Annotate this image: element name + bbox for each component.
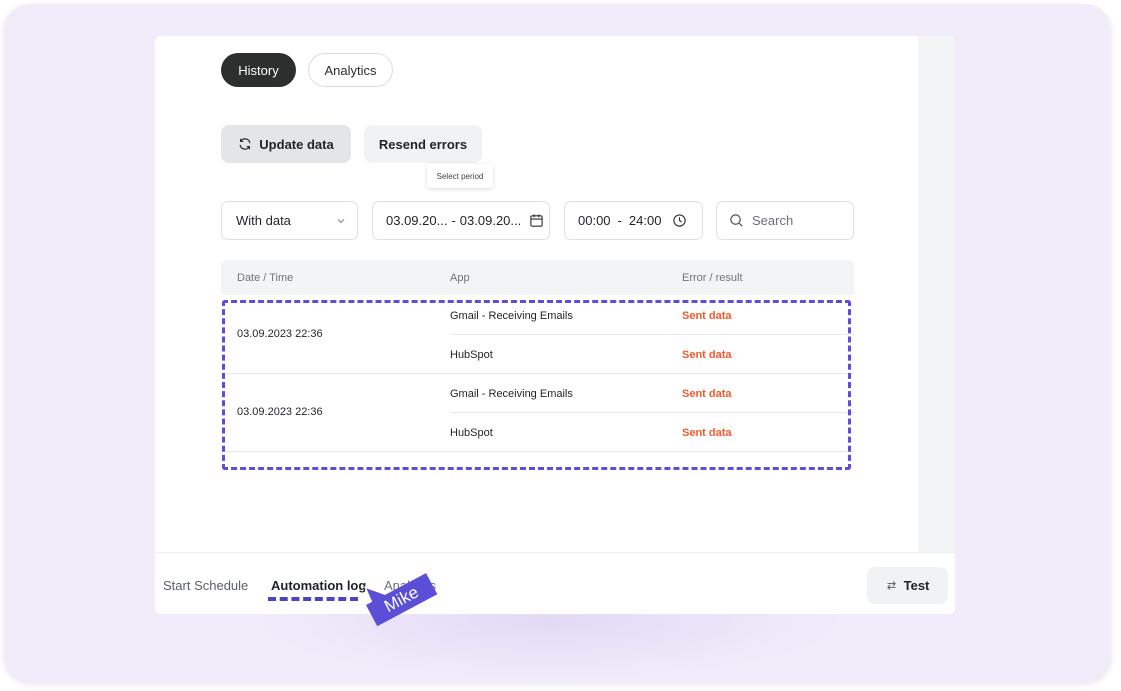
row-app: HubSpot <box>450 427 493 439</box>
resend-errors-button[interactable]: Resend errors <box>364 125 482 163</box>
clock-icon <box>673 214 687 227</box>
row-result: Sent data <box>682 388 732 400</box>
table-row-group[interactable]: 03.09.2023 22:36 Gmail - Receiving Email… <box>221 374 854 452</box>
date-from: 03.09.20... <box>386 213 448 228</box>
test-button-label: Test <box>903 578 930 593</box>
table-row[interactable]: Gmail - Receiving Emails Sent data <box>450 374 854 413</box>
tab-start-schedule[interactable]: Start Schedule <box>163 578 248 593</box>
search-box[interactable] <box>716 201 854 240</box>
column-header-result: Error / result <box>682 272 743 284</box>
search-icon <box>730 214 743 227</box>
table-header: Date / Time App Error / result <box>221 260 854 295</box>
time-range-picker[interactable]: 00:00 - 24:00 <box>564 201 703 240</box>
tab-history[interactable]: History <box>221 53 296 87</box>
row-result: Sent data <box>682 427 732 439</box>
column-header-app: App <box>450 272 470 284</box>
select-period-tooltip: Select period <box>427 164 493 188</box>
data-filter-value: With data <box>236 213 291 228</box>
data-filter-select[interactable]: With data <box>221 201 358 240</box>
date-separator: - <box>451 213 456 228</box>
update-data-button[interactable]: Update data <box>221 125 351 163</box>
scrollbar-track[interactable] <box>918 36 955 552</box>
swap-icon <box>886 581 896 590</box>
calendar-icon <box>530 214 543 227</box>
update-data-label: Update data <box>259 136 334 152</box>
search-input[interactable] <box>752 213 842 228</box>
test-button[interactable]: Test <box>867 567 948 604</box>
bottom-bar: Start Schedule Automation log Analytics … <box>155 552 955 614</box>
table-row-group[interactable]: 03.09.2023 22:36 Gmail - Receiving Email… <box>221 296 854 374</box>
row-app: Gmail - Receiving Emails <box>450 310 573 322</box>
tab-automation-log[interactable]: Automation log <box>271 578 366 593</box>
active-tab-indicator <box>268 597 358 601</box>
row-datetime: 03.09.2023 22:36 <box>237 406 323 418</box>
time-to: 24:00 <box>628 213 662 228</box>
row-result: Sent data <box>682 349 732 361</box>
table-row[interactable]: HubSpot Sent data <box>450 413 854 452</box>
date-to: 03.09.20... <box>459 213 522 228</box>
date-range-picker[interactable]: 03.09.20... - 03.09.20... <box>372 201 550 240</box>
time-from: 00:00 <box>578 213 611 228</box>
row-result: Sent data <box>682 310 732 322</box>
refresh-icon <box>239 138 251 150</box>
table-row[interactable]: HubSpot Sent data <box>450 335 854 374</box>
row-datetime: 03.09.2023 22:36 <box>237 328 323 340</box>
table-row[interactable]: Gmail - Receiving Emails Sent data <box>450 296 854 335</box>
row-app: HubSpot <box>450 349 493 361</box>
time-separator: - <box>617 213 622 228</box>
column-header-datetime: Date / Time <box>237 272 294 284</box>
tab-analytics[interactable]: Analytics <box>308 53 393 87</box>
row-app: Gmail - Receiving Emails <box>450 388 573 400</box>
chevron-down-icon <box>337 218 345 223</box>
automation-panel: History Analytics Update data Resend err… <box>155 36 955 614</box>
